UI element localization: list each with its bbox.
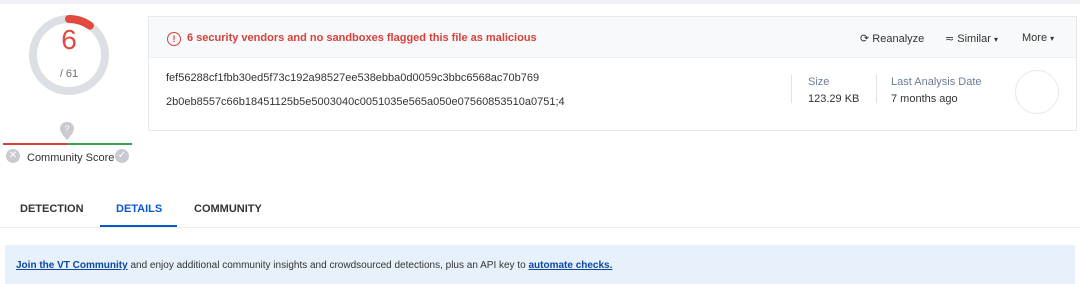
detection-count: 6: [61, 24, 77, 55]
tab-community[interactable]: COMMUNITY: [194, 203, 262, 215]
size-value: 123.29 KB: [808, 93, 860, 105]
last-analysis-label: Last Analysis Date: [891, 76, 982, 88]
engine-total: / 61: [59, 68, 79, 80]
join-community-link[interactable]: Join the VT Community: [16, 260, 128, 271]
chevron-down-icon: ▾: [993, 35, 998, 44]
tabs-divider: [0, 227, 1080, 228]
tab-detection[interactable]: DETECTION: [20, 203, 84, 215]
community-score-bar: [3, 143, 132, 145]
file-hash-ssdeep[interactable]: 2b0eb8557c66b18451125b5e5003040c0051035e…: [166, 96, 565, 108]
file-type-icon: [1015, 70, 1059, 114]
meta-divider: [876, 75, 877, 103]
file-summary-card: ! 6 security vendors and no sandboxes fl…: [148, 16, 1077, 131]
automate-checks-link[interactable]: automate checks.: [528, 260, 612, 271]
community-score-negative: [3, 143, 67, 145]
alert-header: ! 6 security vendors and no sandboxes fl…: [149, 17, 1076, 58]
banner-middle-text: and enjoy additional community insights …: [127, 260, 529, 271]
tab-details[interactable]: DETAILS: [116, 203, 162, 215]
alert-message: 6 security vendors and no sandboxes flag…: [187, 32, 537, 44]
top-divider: [0, 0, 1080, 4]
banner-text: Join the VT Community and enjoy addition…: [16, 260, 612, 271]
community-score-positive: [67, 143, 132, 145]
detection-score-ring: 6 / 61: [28, 14, 110, 96]
meta-divider: [791, 75, 792, 103]
more-button[interactable]: More ▾: [1022, 32, 1054, 44]
similar-label: Similar: [957, 33, 991, 45]
reanalyze-button[interactable]: ⟳ Reanalyze: [860, 32, 924, 45]
check-icon[interactable]: ✓: [115, 149, 129, 163]
reanalyze-label: Reanalyze: [872, 33, 925, 45]
file-hash-sha256[interactable]: fef56288cf1fbb30ed5f73c192a98527ee538ebb…: [166, 72, 539, 84]
location-pin-icon: ?: [60, 122, 74, 140]
similar-icon: ≂: [945, 33, 955, 45]
refresh-icon: ⟳: [860, 33, 870, 45]
close-icon[interactable]: ✕: [6, 149, 20, 163]
active-tab-indicator: [100, 225, 177, 227]
community-banner: Join the VT Community and enjoy addition…: [5, 245, 1075, 284]
similar-button[interactable]: ≂ Similar ▾: [945, 32, 998, 45]
more-label: More: [1022, 32, 1048, 44]
alert-circle-icon: !: [167, 32, 181, 46]
size-label: Size: [808, 76, 830, 88]
svg-text:?: ?: [65, 125, 70, 134]
chevron-down-icon: ▾: [1050, 34, 1055, 43]
last-analysis-value: 7 months ago: [891, 93, 958, 105]
community-score-label: Community Score: [27, 152, 115, 164]
